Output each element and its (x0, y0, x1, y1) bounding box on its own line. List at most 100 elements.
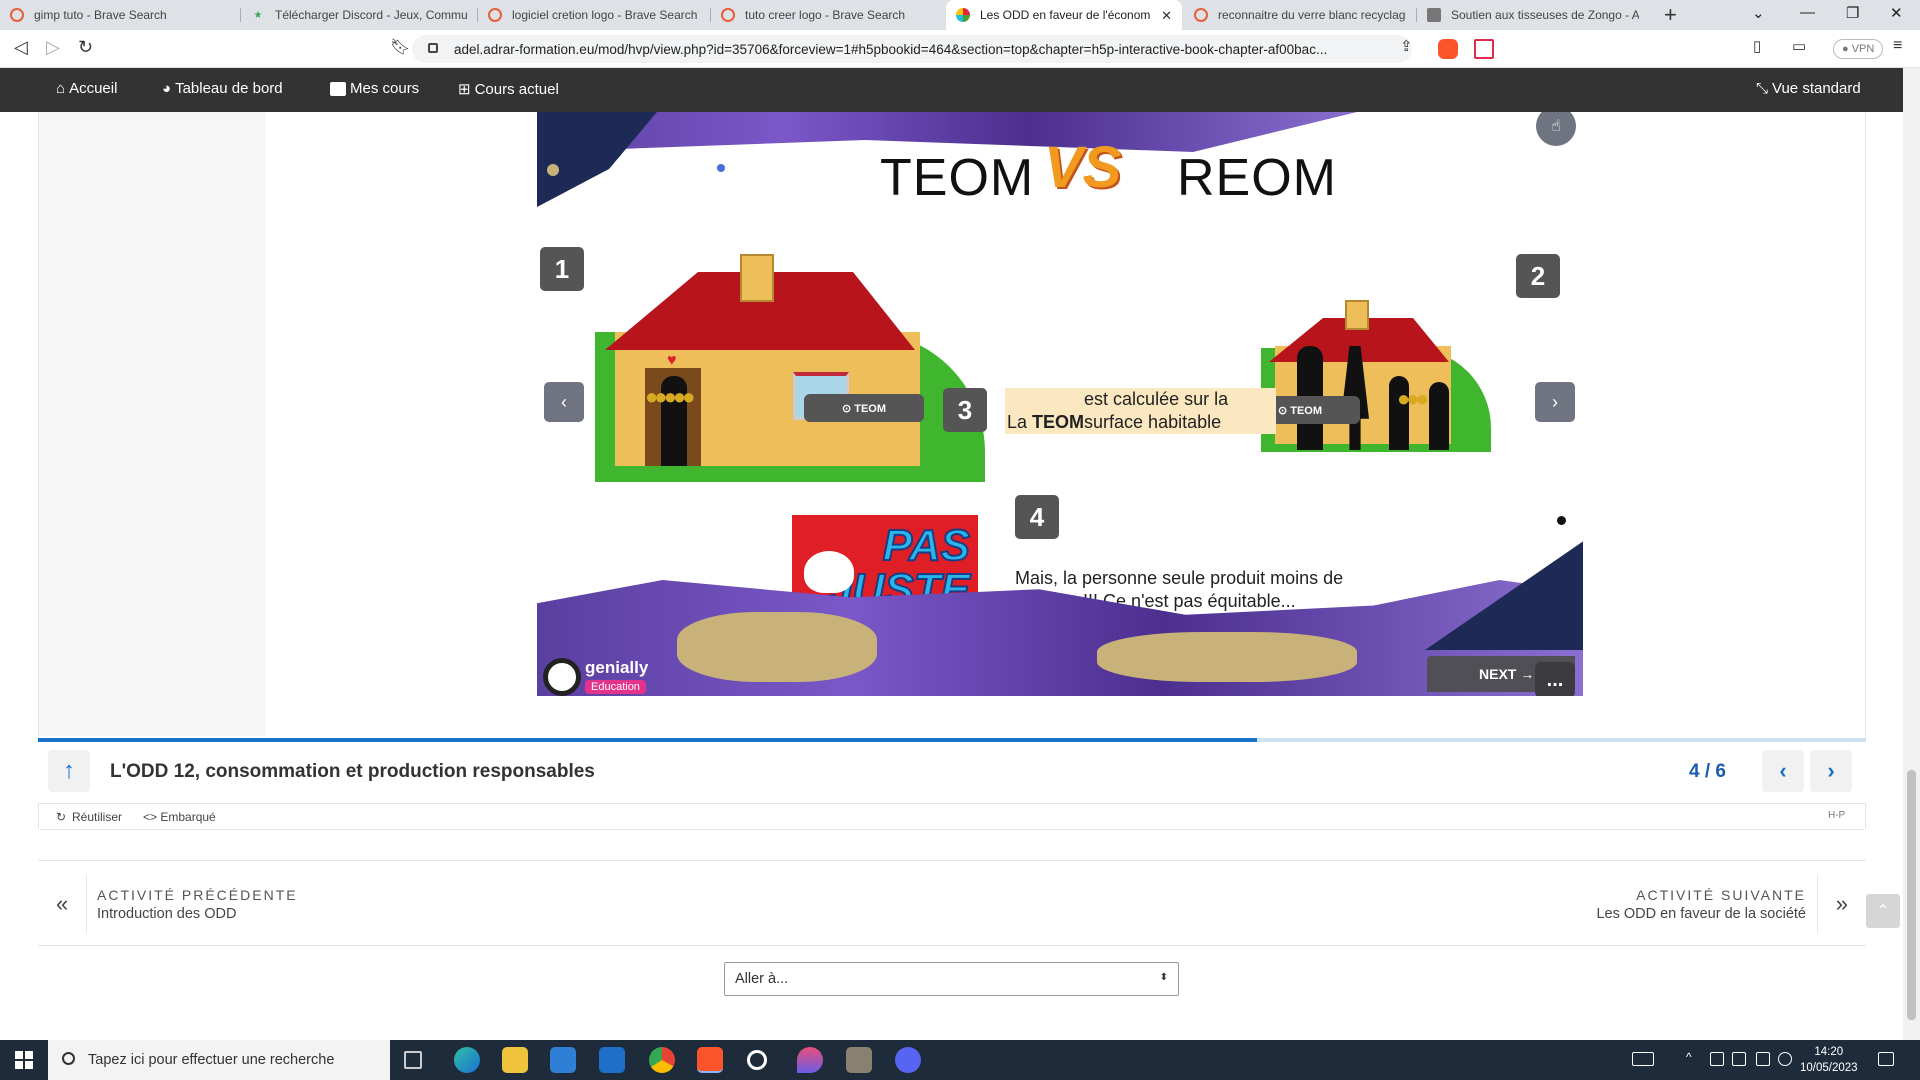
wifi-icon[interactable] (1756, 1052, 1770, 1066)
brave-search-icon (488, 8, 502, 22)
windows-start-button[interactable] (0, 1040, 48, 1080)
next-page-button[interactable]: › (1810, 750, 1852, 792)
window-close-button[interactable]: ✕ (1890, 4, 1903, 22)
vpn-button[interactable]: ● VPN (1833, 39, 1884, 59)
touch-hand-icon[interactable]: ☝︎ (1536, 112, 1576, 146)
brave-icon[interactable] (697, 1047, 723, 1073)
mail-icon[interactable] (599, 1047, 625, 1073)
brave-shields-icon[interactable] (1438, 39, 1458, 59)
bookmark-icon[interactable]: 🔖︎ (390, 37, 410, 57)
minimize-button[interactable]: — (1800, 4, 1815, 21)
tab-discord[interactable]: ★ Télécharger Discord - Jeux, Communa (241, 0, 477, 30)
chevron-up-icon[interactable]: ^ (1686, 1050, 1700, 1064)
genially-presentation[interactable]: ☝︎ TEOM VS REOM ♥ 1 2 3 4 ‹ › ●●●●● ●●● … (537, 112, 1583, 696)
tab-verre-blanc[interactable]: reconnaitre du verre blanc recyclage (1184, 0, 1416, 30)
chimney (1345, 300, 1369, 330)
reload-icon[interactable]: ↻ (78, 37, 93, 58)
share-icon[interactable]: ⇪ (1400, 37, 1413, 55)
scrollbar-thumb[interactable] (1907, 770, 1916, 1020)
file-explorer-icon[interactable] (502, 1047, 528, 1073)
tab-title: reconnaitre du verre blanc recyclage (1218, 8, 1406, 22)
taskbar-search-box[interactable]: Tapez ici pour effectuer une recherche (48, 1040, 390, 1080)
task-view-icon[interactable] (404, 1051, 422, 1069)
address-toolbar: ◁ ▷ ↻ 🔖︎ adel.adrar-formation.eu/mod/hvp… (0, 30, 1920, 68)
gold-marble (1097, 632, 1357, 682)
menu-icon[interactable]: ≡ (1893, 37, 1902, 55)
next-activity-caption: ACTIVITÉ SUIVANTE (1636, 887, 1806, 903)
step-4-badge: 4 (1015, 495, 1059, 539)
discord-icon[interactable] (895, 1047, 921, 1073)
settings-icon[interactable] (747, 1050, 767, 1070)
arrow-up-icon[interactable]: ↑ (48, 750, 90, 792)
double-chevron-right-icon[interactable]: » (1836, 891, 1848, 917)
sidebar-toggle-icon[interactable]: ▯ (1753, 37, 1761, 55)
restore-button[interactable]: ❐ (1846, 4, 1859, 22)
nav-tableau-de-bord[interactable]: ◕ Tableau de bord (162, 80, 283, 97)
teom-text-prefix: La (1007, 412, 1033, 432)
nav-vue-standard[interactable]: ⤡ Vue standard (1756, 80, 1861, 97)
close-icon[interactable]: ✕ (1161, 8, 1172, 24)
nav-cours-actuel[interactable]: ⊞ Cours actuel (458, 80, 559, 99)
store-icon[interactable] (550, 1047, 576, 1073)
vs-icon: VS (1044, 135, 1122, 200)
tab-zongo[interactable]: Soutien aux tisseuses de Zongo - Arts (1417, 0, 1649, 30)
new-tab-button[interactable]: + (1664, 2, 1677, 28)
jump-to-select[interactable]: Aller à... ⬍ (724, 962, 1179, 996)
slide-prev-button[interactable]: ‹ (544, 382, 584, 422)
title-teom: TEOM (880, 149, 1035, 207)
paint-icon[interactable] (797, 1047, 823, 1073)
prev-page-button[interactable]: ‹ (1762, 750, 1804, 792)
back-icon[interactable]: ◁ (14, 37, 28, 58)
brave-search-icon (721, 8, 735, 22)
nav-label: Accueil (69, 80, 118, 97)
h5p-actions-bar: ↻ Réutiliser <> Embarqué H-P (38, 804, 1866, 830)
divider (1817, 875, 1818, 933)
prev-activity-link[interactable]: Introduction des ODD (97, 906, 236, 922)
network-icon[interactable] (1710, 1052, 1724, 1066)
taskbar-clock[interactable]: 14:20 10/05/2023 (1800, 1044, 1858, 1076)
back-to-top-button[interactable]: ⌃ (1866, 894, 1900, 928)
tab-tuto-logo[interactable]: tuto creer logo - Brave Search (711, 0, 943, 30)
windows-logo-icon (15, 1051, 33, 1069)
step-1-badge: 1 (540, 247, 584, 291)
tab-logiciel-logo[interactable]: logiciel cretion logo - Brave Search (478, 0, 710, 30)
wallet-icon[interactable]: ▭ (1792, 37, 1806, 55)
tab-odd-economie[interactable]: Les ODD en faveur de l'économie ✕ (946, 0, 1182, 30)
slide-next-button[interactable]: › (1535, 382, 1575, 422)
embed-button[interactable]: <> Embarqué (143, 810, 216, 824)
tab-title: tuto creer logo - Brave Search (745, 8, 906, 22)
notifications-icon[interactable] (1878, 1052, 1894, 1066)
genially-wordmark: genially (585, 658, 649, 677)
battery-icon[interactable] (1732, 1052, 1746, 1066)
forward-icon[interactable]: ▷ (46, 37, 60, 58)
tab-gimp-tuto[interactable]: gimp tuto - Brave Search (0, 0, 240, 30)
h5p-logo[interactable]: H-P (1828, 810, 1845, 821)
house-family (1261, 300, 1491, 452)
chrome-icon[interactable] (649, 1047, 675, 1073)
nav-label: Mes cours (350, 80, 420, 97)
nav-accueil[interactable]: ⌂ Accueil (56, 80, 117, 97)
genially-logo: genially Education (543, 658, 648, 696)
nav-mes-cours[interactable]: Mes cours (330, 80, 419, 97)
double-chevron-left-icon[interactable]: « (56, 891, 68, 917)
search-icon (62, 1052, 75, 1065)
brave-rewards-icon[interactable] (1474, 39, 1494, 59)
genially-more-button[interactable]: ... (1535, 662, 1575, 696)
nav-label: Cours actuel (474, 80, 559, 98)
child-silhouette (1429, 382, 1449, 450)
lock-icon[interactable] (428, 43, 438, 53)
reuse-button[interactable]: Réutiliser (72, 810, 122, 824)
heart-icon: ♥ (667, 352, 677, 369)
reuse-icon[interactable]: ↻ (56, 810, 66, 824)
keyboard-icon[interactable] (1632, 1052, 1654, 1066)
gimp-icon[interactable] (846, 1047, 872, 1073)
tab-list-chevron-icon[interactable]: ⌄ (1752, 4, 1765, 22)
dashboard-icon: ◕ (162, 80, 172, 97)
volume-icon[interactable] (1778, 1052, 1792, 1066)
next-activity-link[interactable]: Les ODD en faveur de la société (1596, 906, 1806, 922)
prev-activity-caption: ACTIVITÉ PRÉCÉDENTE (97, 887, 298, 903)
navy-splash-top (537, 112, 657, 207)
teom-button[interactable]: ⊙ TEOM (804, 394, 924, 422)
url-bar[interactable]: adel.adrar-formation.eu/mod/hvp/view.php… (412, 35, 1412, 63)
edge-icon[interactable] (454, 1047, 480, 1073)
